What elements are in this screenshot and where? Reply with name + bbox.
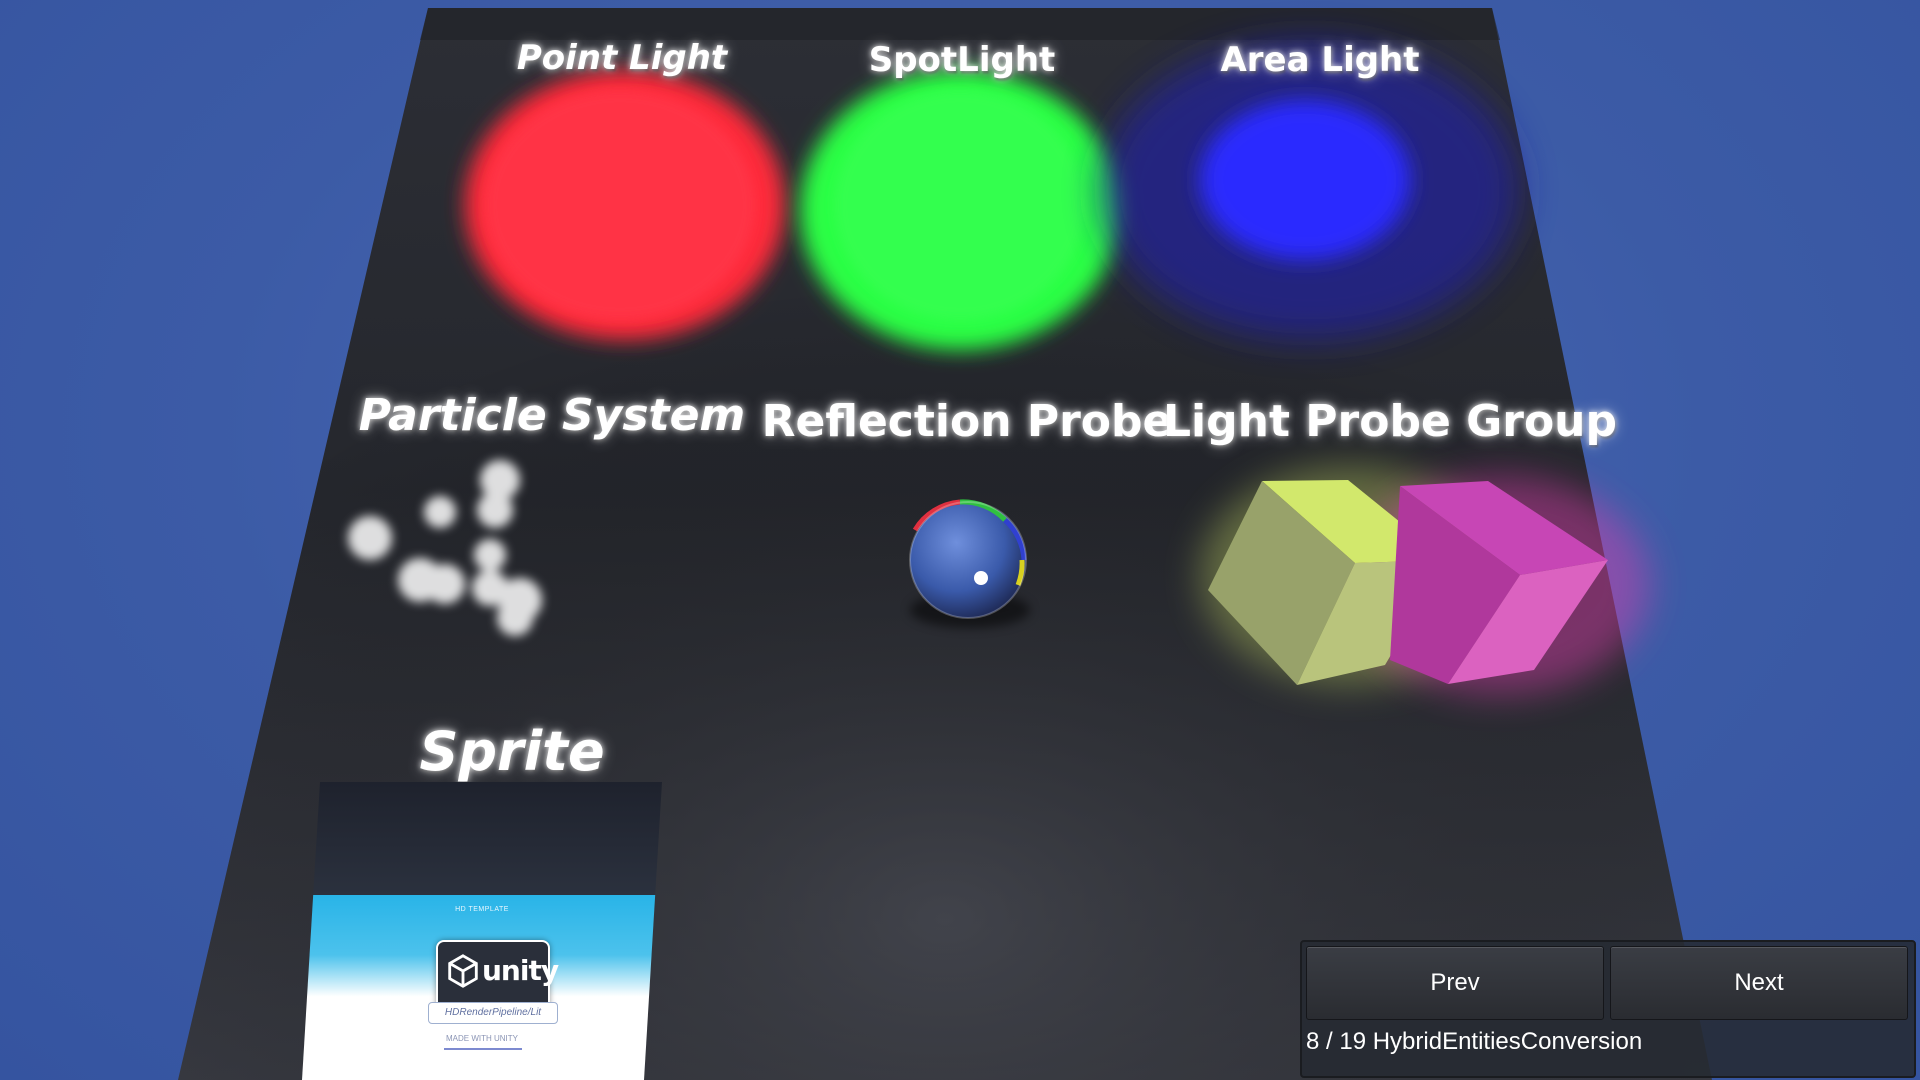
- scene-status-text: 8 / 19 HybridEntitiesConversion: [1306, 1028, 1643, 1055]
- sprite-subtitle: HDRenderPipeline/Lit: [428, 1002, 558, 1024]
- particle-system-label: Particle System: [358, 390, 746, 441]
- prev-button[interactable]: Prev: [1306, 946, 1604, 1020]
- next-button[interactable]: Next: [1610, 946, 1908, 1020]
- sprite-card: HD TEMPLATE unity HDRenderPipeline/Lit M…: [302, 782, 662, 1080]
- light-probe-group-label: Light Probe Group: [1163, 396, 1617, 447]
- scene-viewport: [178, 8, 1712, 1080]
- unity-cube-icon: [448, 954, 478, 988]
- sprite-footer-line: [444, 1048, 522, 1050]
- reflection-probe-sphere: [909, 499, 1030, 628]
- area-light-label: Area Light: [1220, 40, 1420, 80]
- sprite-footer-text: MADE WITH UNITY: [446, 1034, 518, 1043]
- unity-logo-text: unity: [482, 954, 559, 987]
- scene-navigation-panel: Prev Next 8 / 19 HybridEntitiesConversio…: [1300, 940, 1916, 1078]
- point-light-label: Point Light: [516, 38, 728, 78]
- sprite-header-text: HD TEMPLATE: [455, 906, 509, 913]
- sprite-label: Sprite: [419, 720, 605, 783]
- spot-light-label: SpotLight: [868, 40, 1056, 80]
- reflection-probe-label: Reflection Probe: [761, 396, 1173, 447]
